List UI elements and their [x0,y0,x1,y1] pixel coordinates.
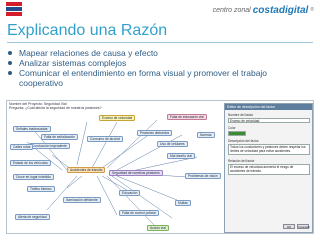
factor-node[interactable]: Normas [197,132,215,138]
logo-red-band-2 [6,12,22,16]
factor-node[interactable]: Multas [175,200,191,206]
institution-logo [6,2,22,19]
slide-title: Explicando una Razón [7,22,168,39]
logo-red-band [6,2,22,6]
causal-map-screenshot: Nombre del Proyecto: Seguridad Vial Preg… [6,100,314,234]
factor-node[interactable]: Mal diseño vial [167,153,195,159]
bullet-item: Analizar sistemas complejos [7,58,313,68]
bullet-item: Comunicar el entendimiento en forma visu… [7,68,313,88]
factor-node[interactable]: Alerta de seguridad [15,214,50,220]
factor-description-field[interactable]: Todos los conductores y peatones deben r… [228,144,310,155]
factor-node[interactable]: Seguridad de nuestros peatones [109,170,163,176]
factor-relation-field[interactable]: El exceso de velocidad aumenta el riesgo… [228,164,310,175]
factor-node[interactable]: Uso de celulares [157,141,188,147]
factor-node[interactable]: Falta de control policial [119,210,159,216]
bullet-icon [8,51,12,55]
factor-node[interactable]: Educación [119,190,141,196]
brand-part-2: costadigital [252,4,309,16]
color-label: Color [228,126,236,130]
project-header: Nombre del Proyecto: Seguridad Vial Preg… [9,102,102,110]
factor-node[interactable]: Falta de señalización [41,134,78,140]
color-swatch[interactable] [228,131,246,136]
factor-node[interactable]: Estado de los vehículos [10,160,51,166]
brand-registered-mark: ® [310,7,314,13]
factor-node[interactable]: Problemas de visión [185,173,221,179]
factor-name-field[interactable]: Exceso de velocidad [228,118,310,123]
bullet-text: Analizar sistemas complejos [19,58,127,68]
bullet-text: Comunicar el entendimiento en forma visu… [19,68,268,88]
factor-node[interactable]: Peatones distraídos [137,130,173,136]
factor-node[interactable]: Acción vial [147,225,169,231]
name-label: Nombre del factor [228,113,254,117]
ok-button[interactable]: OK [283,224,295,229]
factor-node[interactable]: Accidentes de tránsito [67,167,106,173]
bullet-icon [8,71,12,75]
causal-map-canvas[interactable]: Señales inadecuadas Exceso de velocidad … [7,110,222,233]
factor-node[interactable]: Tráfico intenso [27,186,55,192]
brand-part-1: centro zonal [212,6,251,14]
title-divider [7,42,313,43]
factor-node[interactable]: Iluminación deficiente [63,197,101,203]
factor-node[interactable]: Consumo de alcohol [87,136,124,142]
cancel-button[interactable]: Cancelar [297,224,310,229]
factor-node[interactable]: Cruce en lugar indebido [13,174,55,180]
brand-wordmark: centro zonal costadigital ® [213,4,314,16]
bullet-icon [8,61,12,65]
factor-editor-panel: Editor de descripción del factor Nombre … [224,103,313,233]
factor-node[interactable]: Conducción imprudente [29,143,70,149]
factor-node[interactable]: Falta de educación vial [167,114,207,120]
panel-title: Editor de descripción del factor [225,104,312,110]
bullet-text: Mapear relaciones de causa y efecto [19,48,158,58]
description-label: Descripción del factor [228,139,259,143]
bullet-list: Mapear relaciones de causa y efecto Anal… [7,48,313,88]
relation-label: Relación del factor [228,159,255,163]
factor-node[interactable]: Calles rotas [10,144,34,150]
logo-blue-band [6,7,22,11]
factor-node[interactable]: Exceso de velocidad [99,115,136,121]
factor-node[interactable]: Señales inadecuadas [13,126,51,132]
bullet-item: Mapear relaciones de causa y efecto [7,48,313,58]
